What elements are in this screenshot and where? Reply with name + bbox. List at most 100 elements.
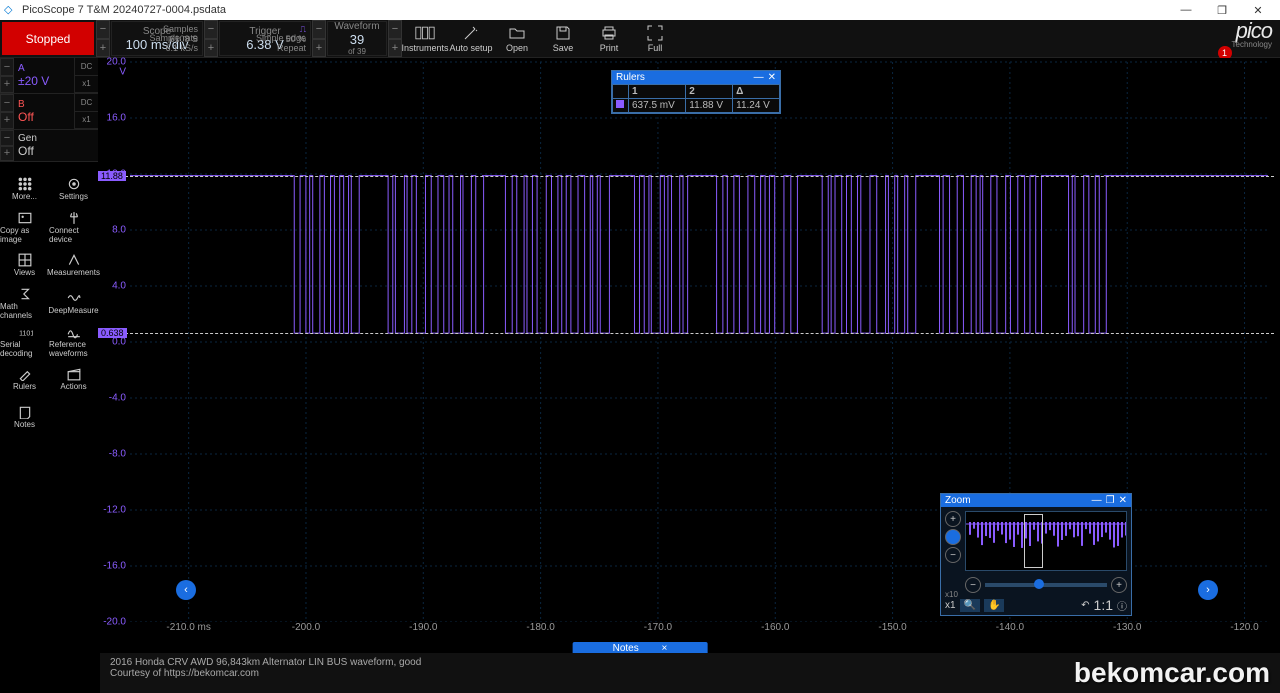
- scope-pm: − +: [204, 20, 218, 57]
- zoom-y-thumb[interactable]: [945, 529, 961, 545]
- waveform-of: of 39: [348, 47, 366, 56]
- refwave-icon: [66, 325, 82, 339]
- zoom-search-button[interactable]: 🔍: [960, 599, 980, 612]
- channel-b-row[interactable]: −+ B Off DCx1: [0, 94, 98, 130]
- rulers-panel-title: Rulers: [616, 72, 754, 83]
- rulers-panel-close[interactable]: ✕: [768, 72, 776, 83]
- connect-button[interactable]: Connect device: [49, 208, 98, 246]
- notes-button[interactable]: Notes: [0, 398, 49, 436]
- status-pm: − +: [96, 20, 110, 57]
- ch-a-plus[interactable]: +: [0, 76, 14, 94]
- note-icon: [17, 405, 33, 419]
- zoom-selection-box[interactable]: [1024, 514, 1043, 568]
- ch-a-minus[interactable]: −: [0, 58, 14, 76]
- status-plus[interactable]: +: [96, 39, 110, 58]
- gen-plus[interactable]: +: [0, 146, 14, 162]
- views-button[interactable]: Views: [0, 246, 49, 284]
- status-minus[interactable]: −: [96, 20, 110, 39]
- channel-dot-icon: [616, 100, 624, 108]
- rulers-button[interactable]: Rulers: [0, 360, 49, 398]
- trigger-edge: Simple edge: [256, 33, 306, 43]
- rulers-panel-min[interactable]: —: [754, 72, 764, 83]
- ch-b-plus[interactable]: +: [0, 112, 14, 130]
- layout-icon: [17, 253, 33, 267]
- gear-icon: [66, 177, 82, 191]
- zoom-undo-button[interactable]: ↶: [1081, 600, 1089, 611]
- waveform-number: 39: [350, 32, 364, 47]
- prev-frame-button[interactable]: ‹: [176, 580, 196, 600]
- zoom-reset-button[interactable]: 1:1: [1094, 597, 1113, 613]
- channel-b-range: Off: [18, 110, 70, 124]
- more-button[interactable]: More...: [0, 170, 49, 208]
- trigger-repeat: Repeat: [277, 43, 306, 53]
- channel-a-row[interactable]: −+ A ±20 V DCx1: [0, 58, 98, 94]
- zoom-floating-panel[interactable]: Zoom — ❐ ✕ + − − + x1 🔍 ✋ ↶ 1:1 ⓘ x10: [940, 493, 1132, 616]
- trigger-pm: − +: [312, 20, 326, 57]
- open-button[interactable]: Open: [494, 20, 540, 57]
- deepmeasure-button[interactable]: DeepMeasure: [49, 284, 98, 322]
- zoom-in-x-button[interactable]: +: [1111, 577, 1127, 593]
- fullscreen-button[interactable]: Full: [632, 20, 678, 57]
- grid-icon: [17, 177, 33, 191]
- scope-plus[interactable]: +: [204, 39, 218, 58]
- copy-button[interactable]: Copy as image: [0, 208, 49, 246]
- window-titlebar: ◇ PicoScope 7 T&M 20240727-0004.psdata —…: [0, 0, 1280, 20]
- print-icon: [599, 25, 619, 41]
- channel-b-label: B: [18, 99, 70, 110]
- maximize-button[interactable]: ❐: [1204, 0, 1240, 20]
- zoom-out-y-button[interactable]: −: [945, 547, 961, 563]
- zoom-hand-button[interactable]: ✋: [984, 599, 1004, 612]
- ruler-high[interactable]: [100, 176, 1274, 177]
- zoom-panel-min[interactable]: —: [1092, 495, 1102, 506]
- scope-panel[interactable]: Scope 100 ms/div Samples 6108 S Sample r…: [111, 21, 203, 56]
- ch-b-minus[interactable]: −: [0, 94, 14, 112]
- serial-button[interactable]: 1101Serial decoding: [0, 322, 49, 360]
- waveform-minus[interactable]: −: [388, 20, 402, 39]
- zoom-x1-label: x1: [945, 600, 956, 611]
- watermark: bekomcar.com: [1074, 657, 1270, 689]
- ch-b-probe: x1: [75, 112, 98, 130]
- zoom-info-button[interactable]: ⓘ: [1117, 598, 1127, 613]
- usb-icon: [66, 211, 82, 225]
- reference-button[interactable]: Reference waveforms: [49, 322, 98, 360]
- channel-column: −+ A ±20 V DCx1 −+ B Off DCx1 −+ Gen Off: [0, 58, 98, 162]
- main-toolbar: Stopped − + Scope 100 ms/div Samples 610…: [0, 20, 1280, 58]
- zoom-panel-dock[interactable]: ❐: [1106, 495, 1115, 506]
- save-button[interactable]: Save: [540, 20, 586, 57]
- trigger-minus[interactable]: −: [312, 20, 326, 39]
- pencil-icon: [17, 367, 33, 381]
- scope-minus[interactable]: −: [204, 20, 218, 39]
- scope-rate-lbl: Sample rate: [149, 33, 198, 43]
- zoom-x-slider[interactable]: [985, 583, 1107, 587]
- rulers-floating-panel[interactable]: Rulers — ✕ 1 2 Δ 637.5 mV 11.88 V 11.24 …: [611, 70, 781, 114]
- trigger-plus[interactable]: +: [312, 39, 326, 58]
- gen-state: Off: [18, 144, 94, 158]
- run-stop-button[interactable]: Stopped: [2, 22, 94, 55]
- trigger-panel[interactable]: Trigger 6.38 V ⎍ 50 % Simple edge Repeat: [219, 21, 311, 56]
- next-frame-button[interactable]: ›: [1198, 580, 1218, 600]
- gen-minus[interactable]: −: [0, 130, 14, 146]
- binary-icon: 1101: [17, 325, 33, 339]
- zoom-in-y-button[interactable]: +: [945, 511, 961, 527]
- waveform-panel[interactable]: Waveform 39 of 39: [327, 21, 387, 56]
- close-button[interactable]: ✕: [1240, 0, 1276, 20]
- waveform-plus[interactable]: +: [388, 39, 402, 58]
- instruments-button[interactable]: Instruments: [402, 20, 448, 57]
- minimize-button[interactable]: —: [1168, 0, 1204, 20]
- zoom-overview[interactable]: [965, 511, 1127, 571]
- ruler-low[interactable]: [100, 333, 1274, 334]
- zoom-panel-close[interactable]: ✕: [1119, 495, 1127, 506]
- channel-a-range: ±20 V: [18, 74, 70, 88]
- measurements-button[interactable]: Measurements: [49, 246, 98, 284]
- zoom-out-x-button[interactable]: −: [965, 577, 981, 593]
- math-button[interactable]: Math channels: [0, 284, 49, 322]
- caliper-icon: [66, 253, 82, 267]
- generator-row[interactable]: −+ Gen Off: [0, 130, 98, 162]
- zoom-x-thumb[interactable]: [1034, 579, 1044, 589]
- zoom-x10-label: x10: [945, 590, 958, 599]
- autosetup-button[interactable]: Auto setup: [448, 20, 494, 57]
- settings-button[interactable]: Settings: [49, 170, 98, 208]
- window-controls: — ❐ ✕: [1168, 0, 1276, 20]
- actions-button[interactable]: Actions: [49, 360, 98, 398]
- print-button[interactable]: Print: [586, 20, 632, 57]
